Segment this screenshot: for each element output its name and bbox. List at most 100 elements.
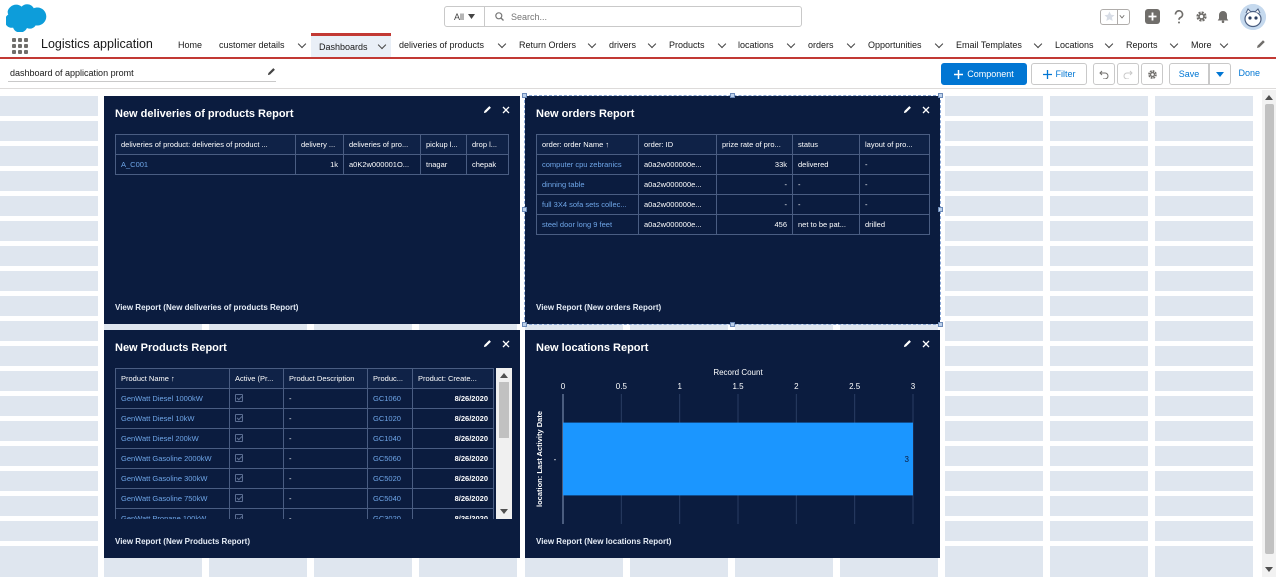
chevron-down-icon[interactable] [1117,9,1126,24]
add-filter-button[interactable]: Filter [1031,63,1087,85]
favorites-button[interactable] [1100,8,1130,25]
column-header[interactable]: Product Description [283,368,368,389]
record-link[interactable]: GC1040 [367,428,413,449]
column-header[interactable]: pickup l... [420,134,467,155]
edit-pencil-icon[interactable] [903,105,912,114]
table-scrollbar[interactable] [496,368,512,519]
view-report-link[interactable]: View Report (New orders Report) [536,303,661,312]
resize-handle[interactable] [938,93,943,98]
column-header[interactable]: Produc... [367,368,413,389]
record-link[interactable]: GC5020 [367,468,413,489]
locations-report-panel[interactable]: New locations Report Record Count 0 0.5 1 1.… [525,330,940,558]
help-button[interactable] [1169,7,1189,27]
scroll-up-icon[interactable] [496,370,512,380]
column-header[interactable]: Product: Create... [412,368,494,389]
undo-button[interactable] [1093,63,1115,85]
search-input[interactable] [507,11,801,22]
search-scope-select[interactable]: All [445,7,485,26]
resize-handle[interactable] [522,207,527,212]
record-link[interactable]: dinning table [536,174,639,195]
chevron-down-icon[interactable] [1104,39,1114,48]
record-link[interactable]: GC3020 [367,508,413,519]
done-button[interactable]: Done [1238,68,1260,78]
nav-tab-dashboards[interactable]: Dashboards [311,33,391,57]
nav-tab-home[interactable]: Home [170,33,210,57]
chevron-down-icon[interactable] [786,39,796,48]
scroll-down-icon[interactable] [1262,564,1276,574]
locations-bar-chart[interactable]: Record Count 0 0.5 1 1.5 2 2.5 3 - 3 location: Las… [525,356,940,536]
chevron-down-icon[interactable] [934,39,944,48]
record-link[interactable]: GC5060 [367,448,413,469]
resize-handle[interactable] [522,322,527,327]
column-header[interactable]: Active (Pr... [229,368,284,389]
column-header[interactable]: deliveries of pro... [343,134,421,155]
chevron-down-icon[interactable] [587,39,597,48]
chevron-down-icon[interactable] [377,40,387,50]
record-link[interactable]: GenWatt Propane 100kW [115,508,230,519]
notifications-button[interactable] [1213,7,1233,27]
nav-tab-products[interactable]: Products [661,33,731,57]
chevron-down-icon[interactable] [647,39,657,48]
edit-pencil-icon[interactable] [483,105,492,114]
record-link[interactable]: GenWatt Diesel 200kW [115,428,230,449]
products-report-panel[interactable]: New Products Report Product Name ↑ Activ… [104,330,520,558]
column-header[interactable]: layout of pro... [859,134,930,155]
view-report-link[interactable]: View Report (New deliveries of products … [115,303,298,312]
record-link[interactable]: GenWatt Gasoline 750kW [115,488,230,509]
column-header[interactable]: deliveries of product: deliveries of pro… [115,134,296,155]
column-header[interactable]: order: order Name ↑ [536,134,639,155]
chevron-down-icon[interactable] [497,39,507,48]
resize-handle[interactable] [938,322,943,327]
nav-tab-more[interactable]: More [1183,33,1233,57]
nav-tab-email-templates[interactable]: Email Templates [948,33,1047,57]
record-link[interactable]: GenWatt Gasoline 2000kW [115,448,230,469]
record-link[interactable]: full 3X4 sofa sets collec... [536,194,639,215]
user-avatar[interactable] [1240,3,1266,30]
nav-tab-drivers[interactable]: drivers [601,33,661,57]
page-scrollbar[interactable] [1262,90,1276,577]
chevron-down-icon[interactable] [846,39,856,48]
save-button[interactable]: Save [1169,63,1209,85]
orders-report-panel[interactable]: New orders Report order: order Name ↑ or… [522,93,943,327]
column-header[interactable]: order: ID [638,134,717,155]
properties-button[interactable] [1141,63,1163,85]
close-icon[interactable] [922,106,930,114]
table-scroll-thumb[interactable] [499,382,509,438]
nav-tab-locations[interactable]: locations [730,33,800,57]
save-menu-button[interactable] [1209,63,1231,85]
add-component-button[interactable]: Component [941,63,1027,85]
chevron-down-icon[interactable] [1169,39,1179,48]
chevron-down-icon[interactable] [1033,39,1043,48]
page-scroll-thumb[interactable] [1265,104,1274,554]
resize-handle[interactable] [938,207,943,212]
nav-tab-deliveries-of-products[interactable]: deliveries of products [391,33,511,57]
global-search[interactable]: All [444,6,802,27]
nav-tab-reports[interactable]: Reports [1118,33,1183,57]
scroll-up-icon[interactable] [1262,93,1276,103]
resize-handle[interactable] [730,93,735,98]
edit-pencil-icon[interactable] [483,339,492,348]
nav-tab-locations[interactable]: Locations [1047,33,1118,57]
record-link[interactable]: A_C001 [115,154,296,175]
chevron-down-icon[interactable] [297,39,307,48]
close-icon[interactable] [502,340,510,348]
record-link[interactable]: steel door long 9 feet [536,214,639,235]
setup-button[interactable] [1191,7,1211,27]
redo-button[interactable] [1117,63,1139,85]
deliveries-report-panel[interactable]: New deliveries of products Report delive… [104,96,520,324]
products-table-scroll[interactable]: Product Name ↑ Active (Pr... Product Des… [115,368,512,519]
resize-handle[interactable] [730,322,735,327]
close-icon[interactable] [922,340,930,348]
edit-pencil-icon[interactable] [267,67,276,76]
column-header[interactable]: drop l... [466,134,509,155]
resize-handle[interactable] [522,93,527,98]
edit-pencil-icon[interactable] [903,339,912,348]
dashboard-title-field[interactable]: dashboard of application promt [8,65,276,82]
nav-tab-customer-details[interactable]: customer details [211,33,311,57]
chevron-down-icon[interactable] [717,39,727,48]
record-link[interactable]: GenWatt Diesel 10kW [115,408,230,429]
record-link[interactable]: GenWatt Diesel 1000kW [115,388,230,409]
view-report-link[interactable]: View Report (New Products Report) [115,537,250,546]
column-header[interactable]: prize rate of pro... [716,134,793,155]
app-launcher-icon[interactable] [12,38,28,54]
